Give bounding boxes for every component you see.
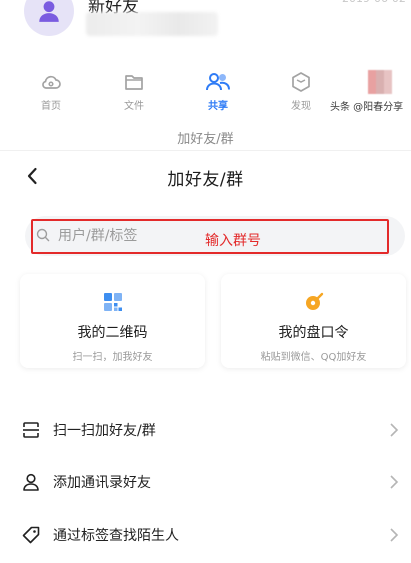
user-avatar-icon	[39, 1, 59, 22]
list-item-contacts[interactable]: 添加通讯录好友	[0, 462, 411, 502]
blurred-message-preview	[86, 12, 218, 36]
my-qr-code-card[interactable]: 我的二维码 扫一扫，加我好友	[20, 274, 205, 368]
card-title: 我的二维码	[77, 325, 148, 341]
chevron-right-icon	[390, 423, 399, 437]
cloud-icon	[42, 75, 61, 89]
tab-me[interactable]	[352, 70, 408, 97]
tab-home[interactable]: 首页	[23, 70, 79, 112]
tab-files[interactable]: 文件	[106, 70, 162, 112]
folder-icon	[125, 75, 143, 90]
person-icon	[23, 473, 39, 491]
qr-code-icon	[103, 293, 122, 311]
cube-icon	[292, 72, 310, 92]
blurred-avatar	[368, 70, 392, 94]
my-share-code-card[interactable]: 我的盘口令 粘贴到微信、QQ加好友	[221, 274, 406, 368]
list-item-label: 扫一扫加好友/群	[53, 423, 156, 439]
card-subtitle: 粘贴到微信、QQ加好友	[260, 352, 367, 363]
chevron-right-icon	[390, 475, 399, 489]
screenshot-caption-title: 加好友/群	[177, 132, 234, 147]
page-title: 加好友/群	[167, 170, 244, 190]
scan-icon	[23, 422, 39, 438]
list-item-tags[interactable]: 通过标签查找陌生人	[0, 515, 411, 555]
watermark: 头条 @阳春分享	[330, 102, 404, 113]
chevron-right-icon	[390, 528, 399, 542]
tag-icon	[22, 526, 40, 544]
tab-files-label: 文件	[124, 101, 144, 112]
list-item-label: 通过标签查找陌生人	[53, 528, 179, 544]
list-item-label: 添加通讯录好友	[53, 475, 151, 491]
tab-discover[interactable]: 发现	[273, 70, 329, 112]
tab-share[interactable]: 共享	[190, 70, 246, 112]
tab-discover-label: 发现	[291, 101, 311, 112]
annotation-text: 输入群号	[205, 233, 261, 249]
people-icon	[206, 73, 230, 91]
key-token-icon	[305, 292, 323, 310]
card-subtitle: 扫一扫，加我好友	[72, 352, 153, 363]
card-title: 我的盘口令	[278, 325, 349, 341]
tab-home-label: 首页	[41, 101, 61, 112]
timestamp: 2019-06-02	[342, 0, 406, 5]
tab-share-label: 共享	[208, 101, 228, 112]
divider	[0, 150, 411, 151]
list-item-scan[interactable]: 扫一扫加好友/群	[0, 410, 411, 450]
